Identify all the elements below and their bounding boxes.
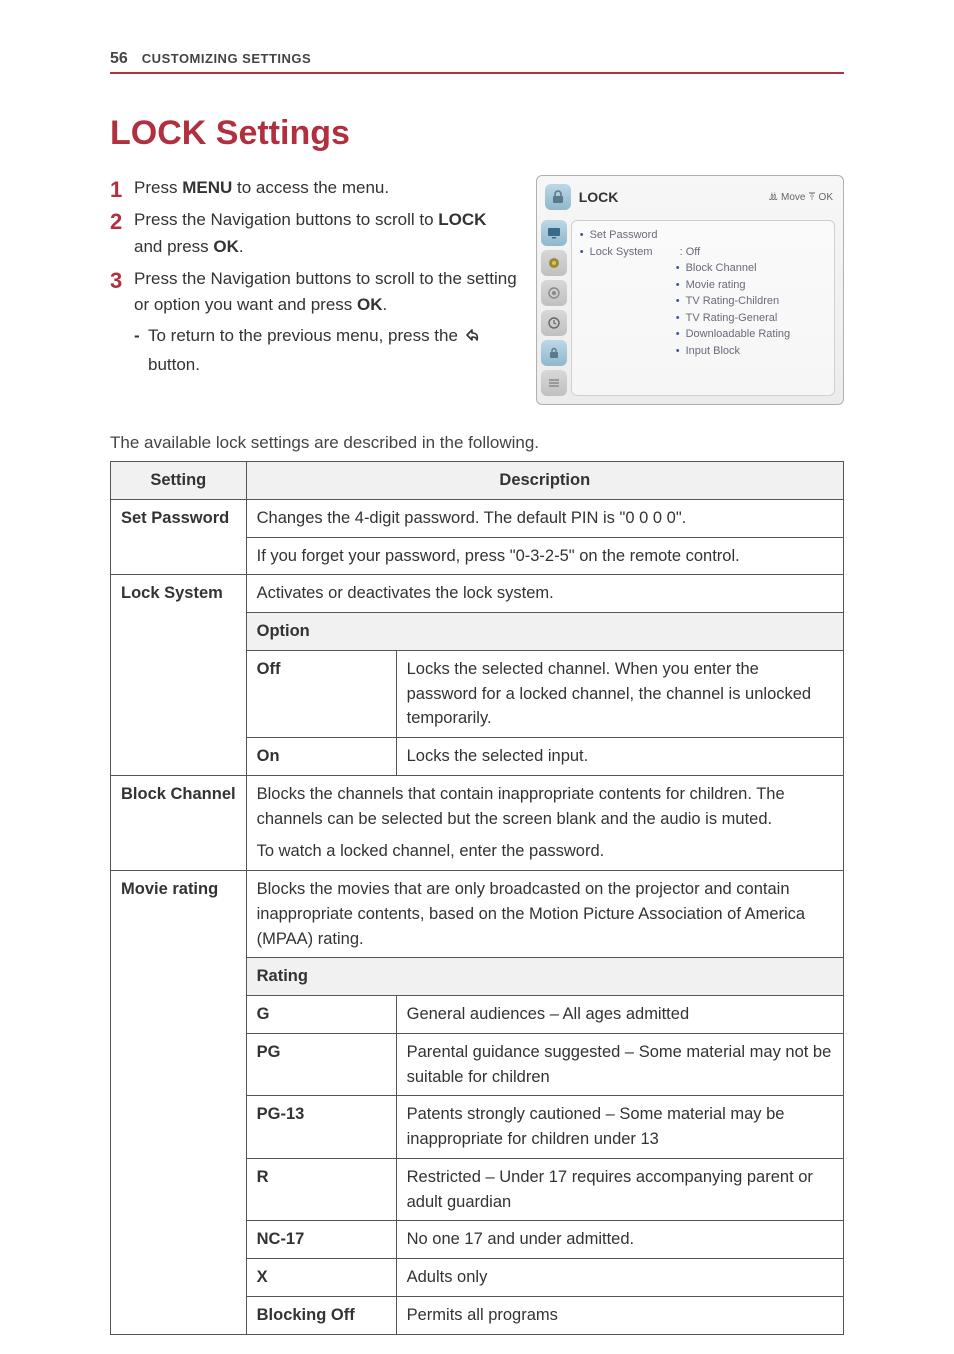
time-category-icon[interactable] [541,310,567,336]
bullet-icon: • [676,343,680,360]
bullet-icon: • [676,293,680,310]
rating-key: X [246,1259,396,1297]
cell-text: Parental guidance suggested – Some mater… [396,1033,843,1096]
step-number: 1 [110,173,122,207]
cell-text: Blocks the movies that are only broadcas… [246,871,843,958]
osd-sub-label: Input Block [686,343,740,360]
option-key: On [246,738,396,776]
rating-key: PG [246,1033,396,1096]
bullet-icon: • [676,326,680,343]
rating-key: R [246,1158,396,1221]
cell-line: To watch a locked channel, enter the pas… [257,839,833,864]
sub-text: button. [148,355,200,374]
cell-text: Patents strongly cautioned – Some materi… [396,1096,843,1159]
cell-line: Blocks the channels that contain inappro… [257,782,833,832]
osd-item[interactable]: • Set Password [580,227,826,244]
osd-content: •Set Password •Lock System: Off •Block C… [571,220,835,396]
step-text: and press [134,237,213,256]
rating-key: NC-17 [246,1221,396,1259]
osd-label: Set Password [590,227,680,244]
cell-text: Permits all programs [396,1296,843,1334]
lock-category-icon-small[interactable] [541,340,567,366]
cell-text: No one 17 and under admitted. [396,1221,843,1259]
osd-help-text: ꔣ Move ꔉ OK [768,192,833,203]
cell-text: General audiences – All ages admitted [396,996,843,1034]
cell-text: Adults only [396,1259,843,1297]
subhead-rating: Rating [246,958,843,996]
cell-text: If you forget your password, press "0-3-… [246,537,843,575]
option-category-icon[interactable] [541,370,567,396]
cell-text: Blocks the channels that contain inappro… [246,775,843,870]
osd-title: LOCK [579,189,769,205]
osd-subitem[interactable]: • TV Rating-Children [676,293,826,310]
osd-subitem[interactable]: • TV Rating-General [676,310,826,327]
row-label-set-password: Set Password [111,499,247,575]
cell-text: Activates or deactivates the lock system… [246,575,843,613]
osd-panel: LOCK ꔣ Move ꔉ OK •Set Password •Lock [536,175,844,405]
rating-key: PG-13 [246,1096,396,1159]
intro-text: The available lock settings are describe… [110,433,844,453]
osd-sub-label: TV Rating-Children [686,293,780,310]
step-text: Press [134,178,182,197]
table-header-description: Description [246,462,843,500]
osd-subitem[interactable]: • Downloadable Rating [676,326,826,343]
picture-category-icon[interactable] [541,220,567,246]
osd-subitem[interactable]: • Movie rating [676,277,826,294]
osd-header: LOCK ꔣ Move ꔉ OK [537,176,843,216]
cell-text: Locks the selected input. [396,738,843,776]
step-bold: LOCK [438,210,486,229]
row-label-block-channel: Block Channel [111,775,247,870]
settings-table: Setting Description Set Password Changes… [110,461,844,1335]
bullet-icon: • [676,310,680,327]
step-sub-bullet: To return to the previous menu, press th… [134,323,518,379]
step-text: . [383,295,388,314]
step-1: 1 Press MENU to access the menu. [110,175,518,201]
osd-value: : Off [680,244,701,261]
osd-sub-label: Movie rating [686,277,746,294]
osd-sub-label: Downloadable Rating [686,326,791,343]
cell-text: Restricted – Under 17 requires accompany… [396,1158,843,1221]
page-number: 56 [110,50,128,68]
step-number: 2 [110,205,122,239]
row-label-lock-system: Lock System [111,575,247,776]
step-bold: OK [357,295,383,314]
bullet-icon: • [580,244,584,261]
cell-text: Locks the selected channel. When you ent… [396,650,843,737]
back-icon [463,326,481,352]
step-text: to access the menu. [232,178,389,197]
subhead-option: Option [246,613,843,651]
osd-sidebar [537,216,571,404]
page-header: 56 CUSTOMIZING SETTINGS [110,50,844,74]
osd-item[interactable]: • Lock System: Off [580,244,826,261]
step-bold: OK [213,237,239,256]
section-name: CUSTOMIZING SETTINGS [142,51,311,66]
osd-subitem[interactable]: • Block Channel [676,260,826,277]
cell-text: Changes the 4-digit password. The defaul… [246,499,843,537]
lock-category-icon [545,184,571,210]
step-number: 3 [110,264,122,298]
bullet-icon: • [676,277,680,294]
rating-key: G [246,996,396,1034]
step-3: 3 Press the Navigation buttons to scroll… [110,266,518,378]
audio-category-icon[interactable] [541,250,567,276]
step-text: . [239,237,244,256]
bullet-icon: • [676,260,680,277]
step-bold: MENU [182,178,232,197]
step-2: 2 Press the Navigation buttons to scroll… [110,207,518,260]
table-header-setting: Setting [111,462,247,500]
osd-subitem[interactable]: • Input Block [676,343,826,360]
step-text: Press the Navigation buttons to scroll t… [134,210,438,229]
row-label-movie-rating: Movie rating [111,871,247,1335]
bullet-icon: • [580,227,584,244]
step-text: Press the Navigation buttons to scroll t… [134,269,517,314]
channel-category-icon[interactable] [541,280,567,306]
osd-sub-label: Block Channel [686,260,757,277]
osd-sub-label: TV Rating-General [686,310,778,327]
rating-key: Blocking Off [246,1296,396,1334]
sub-text: To return to the previous menu, press th… [148,326,463,345]
page-title: LOCK Settings [110,114,844,153]
osd-label: Lock System [590,244,680,261]
option-key: Off [246,650,396,737]
